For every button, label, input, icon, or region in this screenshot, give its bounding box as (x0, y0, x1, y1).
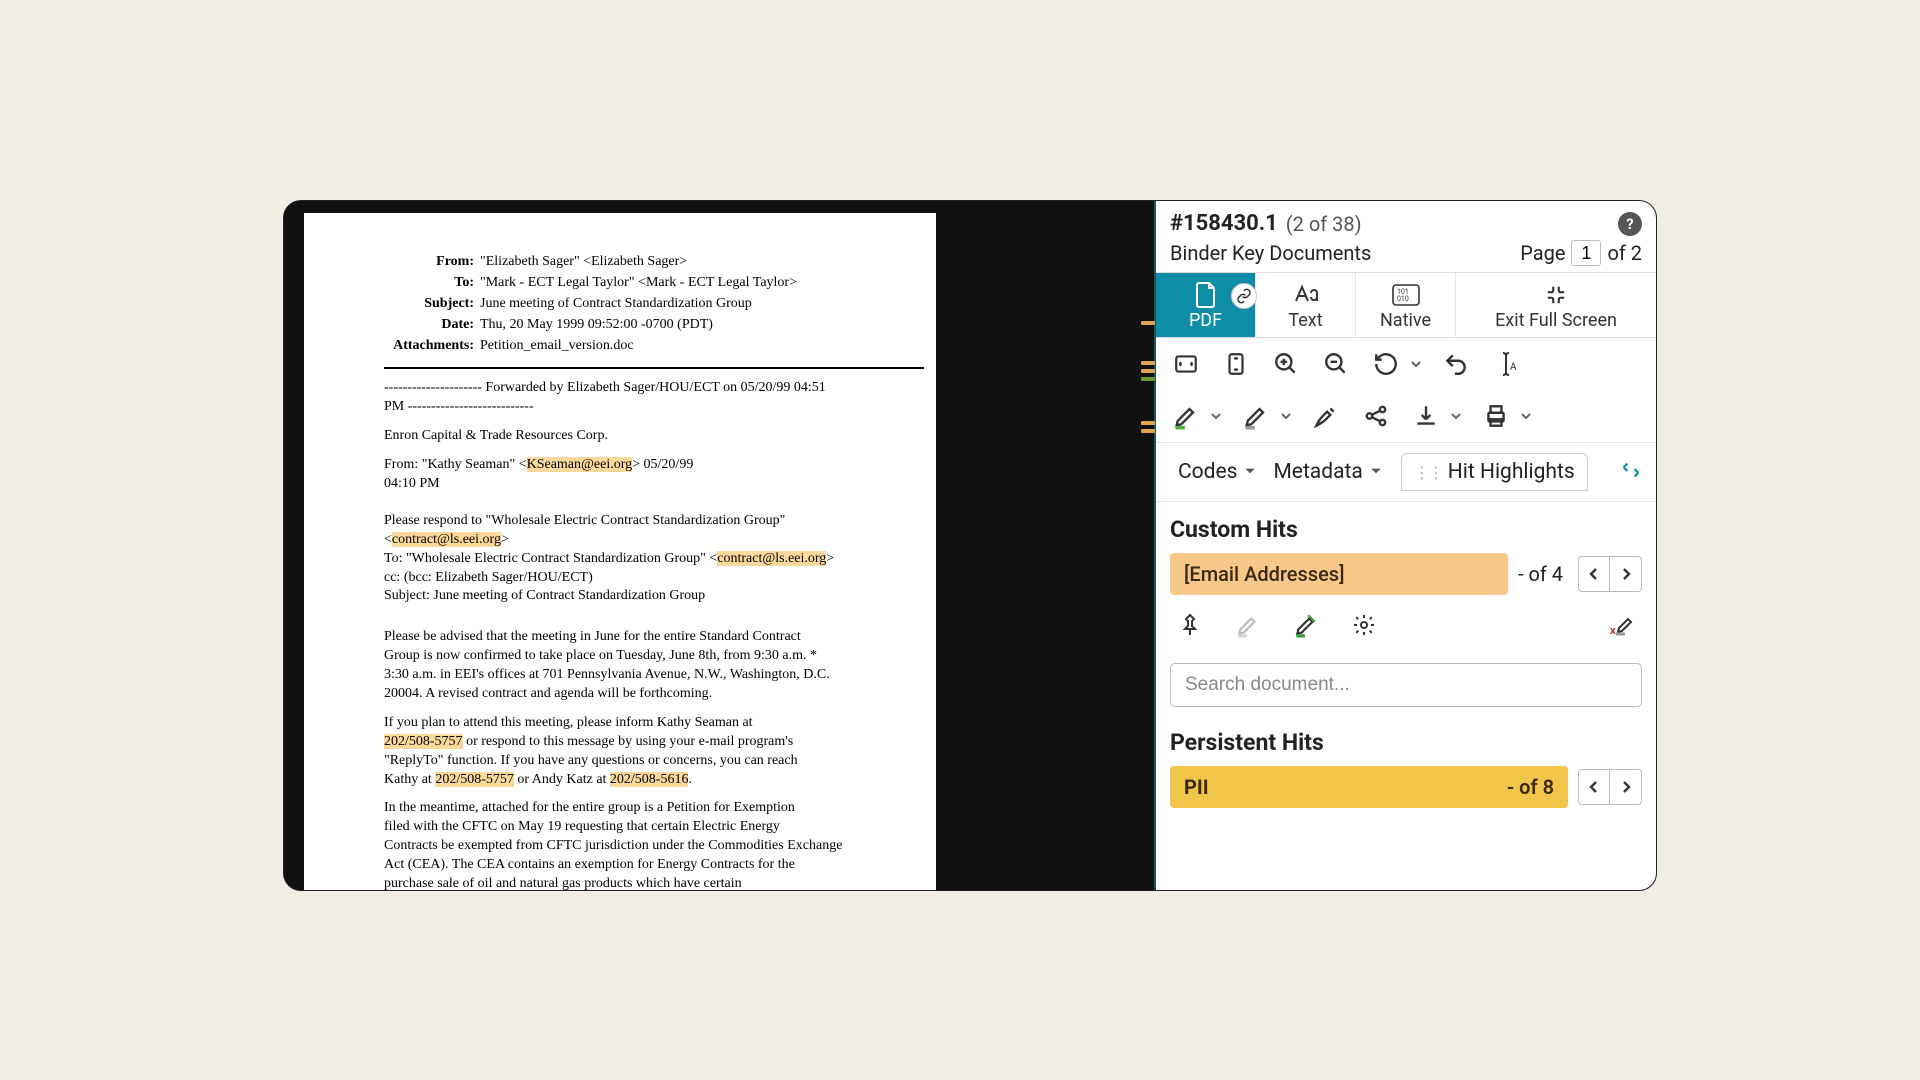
tab-text[interactable]: Text (1256, 273, 1356, 337)
date-label: Date: (384, 316, 474, 335)
svg-text:x: x (1610, 624, 1616, 637)
custom-hit-tools: x (1170, 605, 1642, 655)
rotate-button[interactable] (1370, 348, 1402, 380)
exit-fullscreen-button[interactable]: Exit Full Screen (1456, 273, 1656, 337)
email-highlight: contract@ls.eei.org (392, 532, 501, 547)
pin-button[interactable] (1174, 609, 1206, 641)
please-respond: Please respond to "Wholesale Electric Co… (384, 512, 886, 531)
custom-hit-count: - of 4 (1518, 562, 1568, 586)
subject-value: June meeting of Contract Standardization… (480, 295, 752, 314)
remove-highlight-button[interactable]: x (1606, 609, 1638, 641)
apply-highlight-button[interactable] (1290, 609, 1322, 641)
print-dropdown[interactable] (1520, 410, 1532, 422)
custom-hit-chip[interactable]: [Email Addresses] (1170, 553, 1508, 595)
file-icon (1195, 282, 1217, 308)
pen-button[interactable] (1310, 400, 1342, 432)
svg-text:A: A (1510, 362, 1517, 373)
header-divider (384, 367, 924, 369)
help-icon[interactable]: ? (1618, 212, 1642, 236)
settings-button[interactable] (1348, 609, 1380, 641)
highlighter-dropdown[interactable] (1210, 410, 1222, 422)
please-respond-addr: <contract@ls.eei.org> (384, 531, 886, 550)
eraser-dropdown[interactable] (1280, 410, 1292, 422)
fit-height-button[interactable] (1220, 348, 1252, 380)
collapse-icon[interactable] (1620, 459, 1642, 486)
undo-button[interactable] (1440, 348, 1472, 380)
custom-hits-title: Custom Hits (1170, 516, 1642, 543)
from-label: From: (384, 253, 474, 272)
document-viewer[interactable]: From: "Elizabeth Sager" <Elizabeth Sager>… (284, 201, 1154, 890)
search-input[interactable] (1183, 673, 1629, 697)
eraser-button[interactable] (1240, 400, 1272, 432)
inner-cc: cc: (bcc: Elizabeth Sager/HOU/ECT) (384, 569, 886, 588)
zoom-in-button[interactable] (1270, 348, 1302, 380)
view-toolbar: A (1156, 338, 1656, 390)
app-frame: From: "Elizabeth Sager" <Elizabeth Sager>… (283, 200, 1657, 891)
share-button[interactable] (1360, 400, 1392, 432)
view-tabs: PDF Text 101010 Native (1156, 272, 1656, 338)
company-line: Enron Capital & Trade Resources Corp. (384, 427, 886, 446)
text-cursor-button[interactable]: A (1490, 348, 1522, 380)
page-label: Page (1520, 241, 1565, 265)
hit-scroll-markers (1141, 201, 1155, 890)
clear-highlight-button[interactable] (1232, 609, 1264, 641)
annotate-toolbar (1156, 390, 1656, 443)
download-dropdown[interactable] (1450, 410, 1462, 422)
document-page: From: "Elizabeth Sager" <Elizabeth Sager>… (304, 213, 936, 891)
drag-grip-icon: ⋮⋮ (1414, 463, 1442, 482)
email-highlight: KSeaman@eei.org (527, 457, 633, 472)
persistent-hit-count: - of 8 (1507, 775, 1554, 799)
metadata-dropdown[interactable]: Metadata (1269, 456, 1386, 488)
download-button[interactable] (1410, 400, 1442, 432)
to-value: "Mark - ECT Legal Taylor" <Mark - ECT Le… (480, 274, 797, 293)
attachments-value: Petition_email_version.doc (480, 337, 634, 356)
phone-highlight: 202/508-5616 (610, 772, 689, 787)
inspector-panel: #158430.1 (2 of 38) ? Binder Key Documen… (1154, 201, 1656, 890)
inner-from: From: "Kathy Seaman" <KSeaman@eei.org> 0… (384, 456, 886, 475)
from-value: "Elizabeth Sager" <Elizabeth Sager> (480, 253, 687, 272)
link-icon[interactable] (1231, 283, 1257, 309)
prev-hit-button[interactable] (1578, 556, 1610, 592)
document-position: (2 of 38) (1286, 212, 1362, 236)
print-button[interactable] (1480, 400, 1512, 432)
forwarded-line-2: PM --------------------------- (384, 398, 886, 417)
persistent-hit-chip[interactable]: PII - of 8 (1170, 766, 1568, 808)
inner-subject: Subject: June meeting of Contract Standa… (384, 587, 886, 606)
search-document-field[interactable] (1170, 663, 1642, 707)
next-hit-button[interactable] (1610, 769, 1642, 805)
tab-pdf[interactable]: PDF (1156, 273, 1256, 337)
hit-highlights-tab[interactable]: ⋮⋮Hit Highlights (1401, 453, 1588, 491)
exit-fullscreen-icon (1545, 282, 1567, 308)
text-icon (1293, 282, 1319, 308)
date-value: Thu, 20 May 1999 09:52:00 -0700 (PDT) (480, 316, 713, 335)
subject-label: Subject: (384, 295, 474, 314)
binder-name: Binder Key Documents (1170, 241, 1371, 265)
tab-native[interactable]: 101010 Native (1356, 273, 1456, 337)
persistent-hits-title: Persistent Hits (1170, 729, 1642, 756)
rotate-dropdown[interactable] (1410, 358, 1422, 370)
phone-highlight: 202/508-5757 (435, 772, 514, 787)
page-number-input[interactable] (1571, 240, 1601, 266)
forwarded-line-1: --------------------- Forwarded by Eliza… (384, 379, 886, 398)
binary-icon: 101010 (1392, 282, 1420, 308)
persistent-hits-section: Persistent Hits PII - of 8 (1156, 715, 1656, 822)
highlighter-button[interactable] (1170, 400, 1202, 432)
inner-from-time: 04:10 PM (384, 475, 886, 494)
codes-dropdown[interactable]: Codes (1174, 456, 1261, 488)
phone-highlight: 202/508-5757 (384, 734, 463, 749)
email-highlight: contract@ls.eei.org (717, 551, 826, 566)
page-total: of 2 (1607, 241, 1642, 265)
custom-hits-section: Custom Hits [Email Addresses] - of 4 x (1156, 502, 1656, 659)
svg-text:010: 010 (1397, 295, 1409, 303)
attachments-label: Attachments: (384, 337, 474, 356)
metadata-tabs: Codes Metadata ⋮⋮Hit Highlights (1156, 443, 1656, 502)
document-id: #158430.1 (1170, 211, 1278, 236)
next-hit-button[interactable] (1610, 556, 1642, 592)
inner-to: To: "Wholesale Electric Contract Standar… (384, 550, 886, 569)
prev-hit-button[interactable] (1578, 769, 1610, 805)
zoom-out-button[interactable] (1320, 348, 1352, 380)
fit-width-button[interactable] (1170, 348, 1202, 380)
to-label: To: (384, 274, 474, 293)
